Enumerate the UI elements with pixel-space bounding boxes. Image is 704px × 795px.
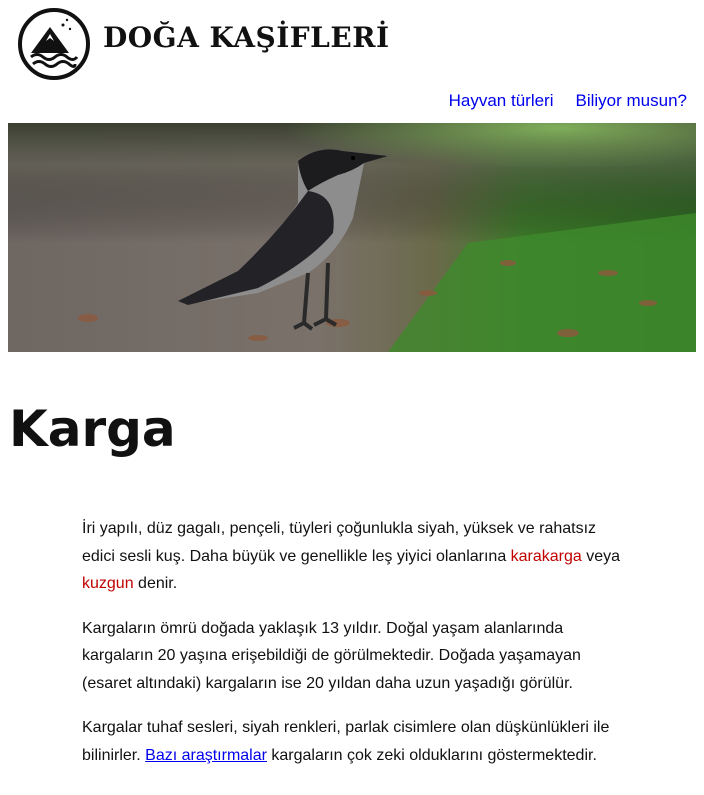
nav-link-animal-species[interactable]: Hayvan türleri (449, 91, 554, 111)
mountain-waves-logo-icon[interactable] (17, 7, 91, 81)
site-header: DOĞA KAŞİFLERİ Hayvan türleri Biliyor mu… (0, 0, 704, 123)
page-title: Karga (9, 400, 176, 458)
paragraph-intro: İri yapılı, düz gagalı, pençeli, tüyleri… (82, 520, 621, 592)
paragraph-lifespan: Kargaların ömrü doğada yaklaşık 13 yıldı… (82, 619, 581, 692)
site-brand-title[interactable]: DOĞA KAŞİFLERİ (103, 24, 390, 52)
crow-photo (8, 123, 696, 352)
paragraph-traits: Kargalar tuhaf sesleri, siyah renkleri, … (82, 719, 610, 764)
hero-crow-image (8, 123, 696, 352)
main-nav: Hayvan türleri Biliyor musun? (449, 91, 687, 111)
link-kuzgun[interactable]: kuzgun (82, 575, 134, 592)
link-karakarga[interactable]: karakarga (511, 548, 582, 565)
link-research[interactable]: Bazı araştırmalar (145, 747, 267, 764)
nav-link-did-you-know[interactable]: Biliyor musun? (576, 91, 688, 111)
article-content: İri yapılı, düz gagalı, pençeli, tüyleri… (82, 515, 622, 786)
